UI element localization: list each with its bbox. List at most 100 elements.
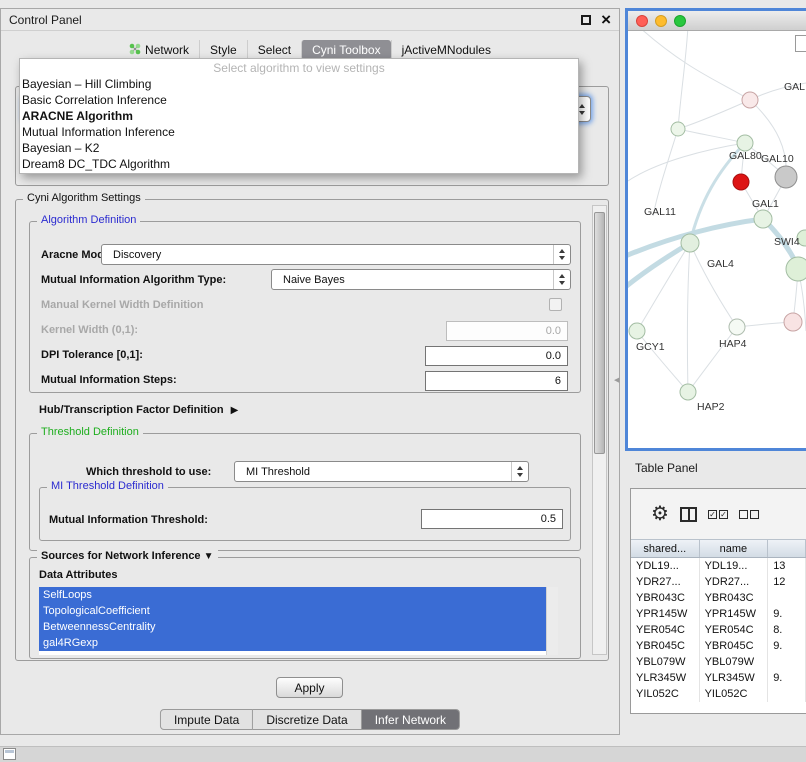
- float-window-icon[interactable]: [581, 15, 591, 25]
- mac-close-icon[interactable]: [636, 15, 648, 27]
- network-node[interactable]: [680, 384, 696, 400]
- select-all-checks-icon[interactable]: ✓✓: [708, 510, 728, 519]
- minimized-panel-icon[interactable]: [3, 748, 16, 760]
- table-cell[interactable]: YBL079W: [700, 654, 769, 670]
- mi-threshold-field[interactable]: 0.5: [421, 509, 563, 529]
- table-cell[interactable]: YLR345W: [631, 670, 700, 686]
- kernel-width-value: 0.0: [546, 325, 561, 337]
- network-node[interactable]: [681, 234, 699, 252]
- table-cell[interactable]: YIL052C: [631, 686, 700, 702]
- algorithm-option[interactable]: Basic Correlation Inference: [20, 92, 578, 108]
- network-node[interactable]: [629, 323, 645, 339]
- table-row[interactable]: YPR145WYPR145W9.: [631, 606, 806, 622]
- table-row[interactable]: YDR27...YDR27...12: [631, 574, 806, 590]
- network-node[interactable]: [775, 166, 797, 188]
- table-cell[interactable]: YDR27...: [700, 574, 769, 590]
- network-edge: [687, 243, 690, 392]
- table-cell[interactable]: 9.: [768, 638, 806, 654]
- deselect-all-checks-icon[interactable]: [739, 510, 759, 519]
- table-row[interactable]: YER054CYER054C8.: [631, 622, 806, 638]
- network-node[interactable]: [671, 122, 685, 136]
- network-node[interactable]: [786, 257, 806, 281]
- attribute-item[interactable]: BetweennessCentrality: [39, 619, 546, 635]
- sources-expander[interactable]: Sources for Network Inference ▼: [37, 550, 218, 562]
- table-cell[interactable]: YBR045C: [700, 638, 769, 654]
- bottom-tab-discretize-data[interactable]: Discretize Data: [253, 709, 361, 730]
- network-node[interactable]: [784, 313, 802, 331]
- settings-scrollbar[interactable]: [592, 205, 607, 655]
- table-cell[interactable]: YDL19...: [631, 558, 700, 574]
- table-cell[interactable]: 8.: [768, 622, 806, 638]
- apply-button[interactable]: Apply: [276, 677, 343, 698]
- tab-jactivemnodules[interactable]: jActiveMNodules: [391, 40, 501, 60]
- tab-style[interactable]: Style: [199, 40, 247, 60]
- table-cell[interactable]: [768, 590, 806, 606]
- aracne-mode-combo[interactable]: Discovery: [101, 244, 571, 265]
- table-cell[interactable]: YBR045C: [631, 638, 700, 654]
- algorithm-option[interactable]: Bayesian – Hill Climbing: [20, 76, 578, 92]
- table-cell[interactable]: YPR145W: [700, 606, 769, 622]
- table-cell[interactable]: YBR043C: [631, 590, 700, 606]
- table-cell[interactable]: YBR043C: [700, 590, 769, 606]
- table-cell[interactable]: YDR27...: [631, 574, 700, 590]
- kernel-width-field[interactable]: 0.0: [446, 321, 568, 341]
- splitter-collapse-icon[interactable]: ◀: [614, 376, 619, 384]
- mi-steps-field[interactable]: 6: [425, 371, 568, 391]
- network-node[interactable]: [754, 210, 772, 228]
- node-label: GAL11: [644, 206, 676, 218]
- network-node[interactable]: [733, 174, 749, 190]
- bottom-tab-impute-data[interactable]: Impute Data: [160, 709, 253, 730]
- table-row[interactable]: YIL052CYIL052C: [631, 686, 806, 702]
- which-threshold-combo[interactable]: MI Threshold: [234, 461, 529, 482]
- dpi-tolerance-field[interactable]: 0.0: [425, 346, 568, 366]
- table-column-header[interactable]: [768, 540, 806, 557]
- bottom-tab-infer-network[interactable]: Infer Network: [362, 709, 460, 730]
- table-cell[interactable]: YLR345W: [700, 670, 769, 686]
- table-cell[interactable]: 9.: [768, 606, 806, 622]
- table-cell[interactable]: YPR145W: [631, 606, 700, 622]
- algorithm-option[interactable]: Bayesian – K2: [20, 140, 578, 156]
- algorithm-option[interactable]: Mutual Information Inference: [20, 124, 578, 140]
- close-icon[interactable]: ×: [601, 13, 611, 27]
- mac-minimize-icon[interactable]: [655, 15, 667, 27]
- table-cell[interactable]: 9.: [768, 670, 806, 686]
- attribute-item[interactable]: gal4RGexp: [39, 635, 546, 651]
- table-cell[interactable]: YDL19...: [700, 558, 769, 574]
- table-column-header[interactable]: name: [700, 540, 769, 557]
- attributes-list-scrollbar[interactable]: [546, 587, 558, 655]
- manual-kernel-checkbox[interactable]: [549, 298, 562, 311]
- table-cell[interactable]: 12: [768, 574, 806, 590]
- network-node[interactable]: [729, 319, 745, 335]
- table-row[interactable]: YBR043CYBR043C: [631, 590, 806, 606]
- attribute-item[interactable]: SelfLoops: [39, 587, 546, 603]
- mi-type-combo[interactable]: Naive Bayes: [271, 269, 571, 290]
- table-row[interactable]: YDL19...YDL19...13: [631, 558, 806, 574]
- table-cell[interactable]: [768, 654, 806, 670]
- algorithm-option[interactable]: Dream8 DC_TDC Algorithm: [20, 156, 578, 172]
- table-cell[interactable]: YBL079W: [631, 654, 700, 670]
- network-canvas[interactable]: GALGAL80GAL10GAL11GAL1SWI4GAL4GCY1HAP4HA…: [628, 31, 806, 448]
- hub-definition-expander[interactable]: Hub/Transcription Factor Definition▶: [39, 404, 238, 416]
- table-cell[interactable]: YIL052C: [700, 686, 769, 702]
- table-cell[interactable]: YER054C: [700, 622, 769, 638]
- table-cell[interactable]: 13: [768, 558, 806, 574]
- network-node[interactable]: [742, 92, 758, 108]
- columns-icon[interactable]: [680, 507, 697, 522]
- table-row[interactable]: YBR045CYBR045C9.: [631, 638, 806, 654]
- gear-icon[interactable]: ⚙: [651, 504, 669, 524]
- algorithm-placeholder-option[interactable]: Select algorithm to view settings: [20, 60, 578, 76]
- attribute-item[interactable]: TopologicalCoefficient: [39, 603, 546, 619]
- network-edge: [750, 100, 786, 177]
- settings-scrollbar-thumb[interactable]: [594, 212, 605, 454]
- table-cell[interactable]: [768, 686, 806, 702]
- table-cell[interactable]: YER054C: [631, 622, 700, 638]
- algorithm-option[interactable]: ARACNE Algorithm: [20, 108, 578, 124]
- tab-select[interactable]: Select: [247, 40, 301, 60]
- network-node[interactable]: [737, 135, 753, 151]
- table-row[interactable]: YLR345WYLR345W9.: [631, 670, 806, 686]
- table-row[interactable]: YBL079WYBL079W: [631, 654, 806, 670]
- mac-zoom-icon[interactable]: [674, 15, 686, 27]
- expand-right-icon: ▶: [231, 405, 239, 416]
- tab-cyni-toolbox[interactable]: Cyni Toolbox: [301, 40, 390, 60]
- table-column-header[interactable]: shared...: [631, 540, 700, 557]
